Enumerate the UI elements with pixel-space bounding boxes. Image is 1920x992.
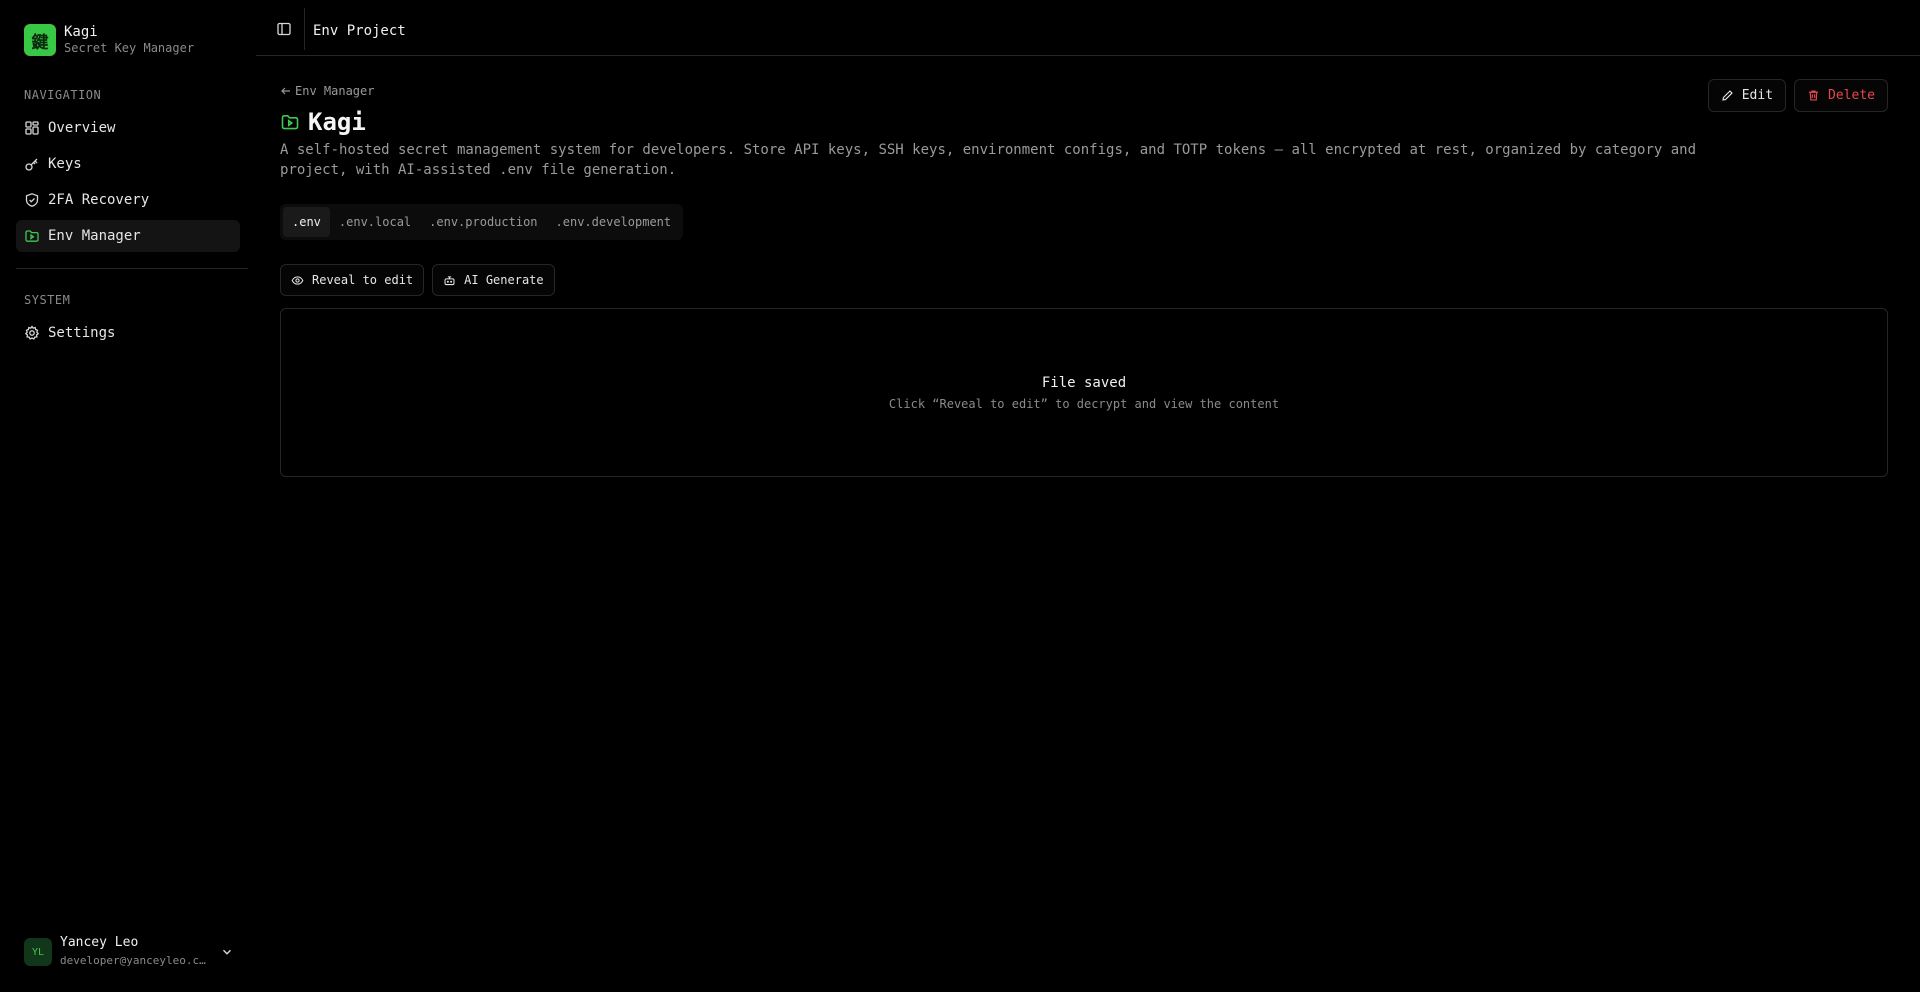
back-link-label: Env Manager: [295, 84, 375, 98]
pencil-icon: [1722, 90, 1733, 101]
user-name: Yancey Leo: [60, 935, 139, 950]
bot-icon: [444, 275, 455, 285]
edit-button[interactable]: Edit: [1707, 79, 1787, 112]
sidebar-item-label: Settings: [48, 325, 116, 341]
file-status-title: File saved: [1041, 374, 1127, 391]
topbar-separator: [304, 8, 305, 50]
back-link[interactable]: Env Manager: [280, 84, 374, 98]
delete-button[interactable]: Delete: [1794, 79, 1888, 112]
ai-generate-label: AI Generate: [464, 273, 544, 287]
sidebar-item-label: Keys: [48, 156, 82, 172]
sidebar: 鍵 Kagi Secret Key Manager NAVIGATION Ove…: [0, 0, 256, 992]
top-bar: Env Project: [256, 0, 1920, 56]
eye-icon: [291, 275, 304, 285]
chevron-down-icon: [223, 949, 231, 955]
tab-env-production[interactable]: .env.production: [420, 207, 546, 237]
file-content-panel: File saved Click “Reveal to edit” to dec…: [280, 308, 1888, 477]
brand-subtitle: Secret Key Manager: [64, 41, 195, 55]
brand-logo: 鍵: [24, 24, 56, 56]
ai-generate-button[interactable]: AI Generate: [432, 264, 555, 296]
edit-button-label: Edit: [1741, 88, 1774, 103]
avatar: YL: [24, 938, 52, 966]
navigation-section-label: NAVIGATION: [24, 88, 102, 102]
sidebar-item-label: Env Manager: [48, 228, 141, 244]
folder-icon: [25, 230, 39, 242]
reveal-button-label: Reveal to edit: [312, 273, 414, 287]
user-menu[interactable]: YL Yancey Leo developer@yanceyleo.com: [16, 932, 240, 972]
folder-icon: [281, 114, 299, 130]
sidebar-item-label: 2FA Recovery: [48, 192, 150, 208]
key-icon: [25, 158, 38, 171]
env-file-tabs: .env .env.local .env.production .env.dev…: [280, 204, 684, 240]
main-content: Env Project Env Manager Kagi A self-host…: [256, 0, 1920, 992]
brand-name: Kagi: [64, 24, 98, 40]
sidebar-toggle-icon[interactable]: [276, 21, 292, 37]
page-title-row: Kagi: [280, 108, 366, 136]
grid-icon: [25, 121, 39, 135]
sidebar-divider: [16, 268, 248, 269]
header-actions: Edit Delete: [1707, 79, 1888, 112]
sidebar-item-label: Overview: [48, 120, 116, 136]
file-actions: Reveal to edit AI Generate: [280, 264, 563, 296]
tab-env[interactable]: .env: [283, 207, 330, 237]
sidebar-item-overview[interactable]: Overview: [16, 112, 240, 144]
sidebar-item-settings[interactable]: Settings: [16, 317, 240, 349]
topbar-title: Env Project: [313, 23, 406, 39]
trash-icon: [1809, 90, 1818, 101]
file-status-subtitle: Click “Reveal to edit” to decrypt and vi…: [888, 396, 1280, 411]
tab-env-development[interactable]: .env.development: [547, 207, 681, 237]
delete-button-label: Delete: [1828, 88, 1875, 103]
brand[interactable]: 鍵 Kagi Secret Key Manager: [24, 24, 194, 56]
arrow-left-icon: [281, 87, 290, 95]
gear-icon: [24, 325, 40, 340]
reveal-to-edit-button[interactable]: Reveal to edit: [280, 264, 425, 296]
page-title: Kagi: [308, 108, 366, 136]
project-description: A self-hosted secret management system f…: [280, 142, 1697, 178]
tab-env-local[interactable]: .env.local: [330, 207, 420, 237]
sidebar-item-env-manager[interactable]: Env Manager: [16, 220, 240, 252]
system-section-label: SYSTEM: [24, 293, 71, 307]
sidebar-item-keys[interactable]: Keys: [16, 148, 240, 180]
user-email: developer@yanceyleo.com: [60, 954, 210, 967]
sidebar-item-2fa-recovery[interactable]: 2FA Recovery: [16, 184, 240, 216]
shield-check-icon: [25, 193, 39, 207]
